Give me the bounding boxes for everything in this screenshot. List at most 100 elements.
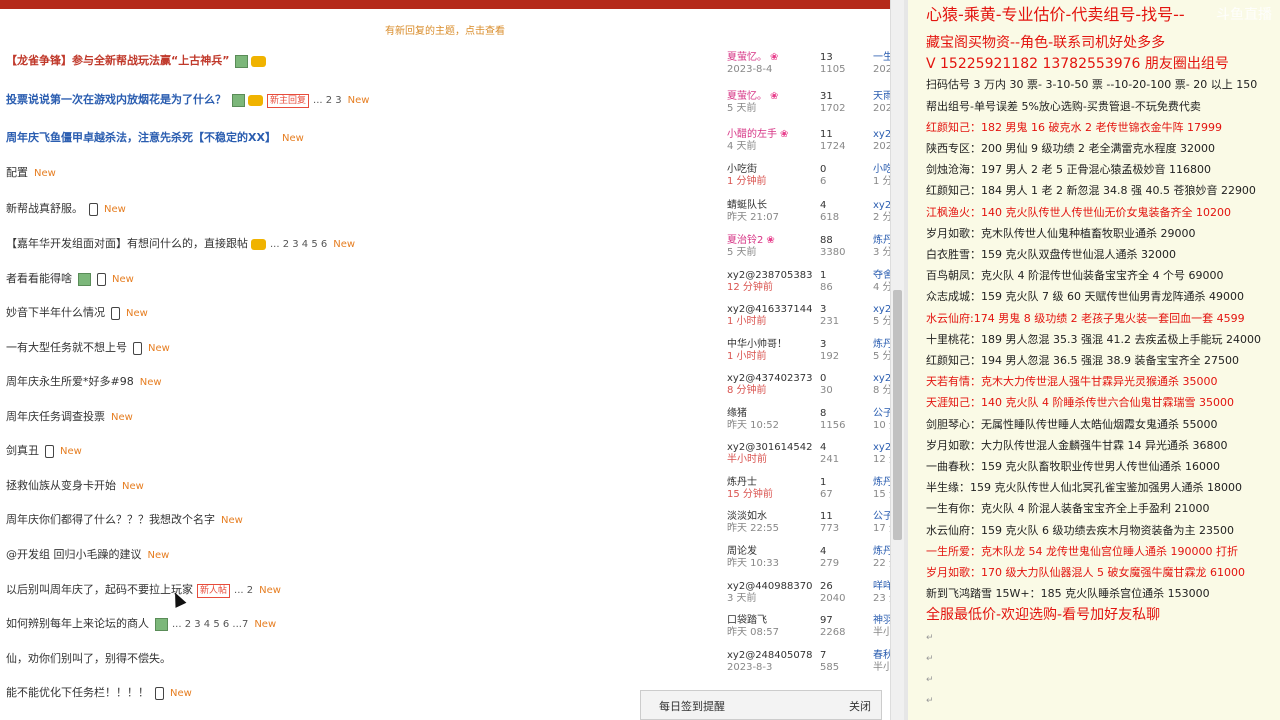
thread-author[interactable]: 淡淡如水 [727, 511, 767, 523]
thread-author[interactable]: 夏治铃2 ❀ [727, 235, 775, 247]
thread-title-link[interactable]: @开发组 回归小毛躁的建议 [6, 548, 142, 561]
thread-title-link[interactable]: 一有大型任务就不想上号 [6, 341, 127, 354]
thread-title-link[interactable]: 周年庆任务调查投票 [6, 410, 105, 423]
author-name[interactable]: xy2@248405078 [727, 650, 812, 661]
author-name[interactable]: 小吃街 [727, 164, 757, 175]
thread-author[interactable]: 夏萤忆。 ❀ [727, 91, 778, 103]
last-poster[interactable]: xy2 [873, 304, 890, 316]
thread-row[interactable]: 剑真丑 New xy2@301614542半小时前 4241 xy212 分 [0, 442, 890, 476]
thread-title-link[interactable]: 【嘉年华开发组面对面】有想问什么的，直接跟帖 [6, 237, 248, 250]
author-name[interactable]: 炼丹士 [727, 477, 757, 488]
thread-row[interactable]: 周年庆永生所爱*好多#98 New xy2@437402373 8 分钟前 0 30 xy2… [0, 373, 890, 407]
thread-author[interactable]: xy2@248405078 [727, 650, 812, 662]
thread-row[interactable]: 以后别叫周年庆了，起码不要拉上玩家 新人帖... 2 New xy2@44098837… [0, 581, 890, 615]
thread-author[interactable]: 中华小帅哥！ [727, 339, 787, 351]
last-poster[interactable]: xy2 [873, 129, 890, 141]
author-name[interactable]: 中华小帅哥！ [727, 339, 787, 350]
last-poster[interactable]: 炼丹 [873, 339, 890, 351]
thread-title-link[interactable]: 如何辨别每年上来论坛的商人 [6, 617, 149, 630]
thread-author[interactable]: 蜻蜓队长 [727, 200, 767, 212]
author-name[interactable]: 夏萤忆。 [727, 91, 767, 102]
last-poster[interactable]: 公子 [873, 408, 890, 420]
thread-date: 5 天前 [727, 247, 757, 258]
thread-author[interactable]: 口袋踏飞 [727, 615, 767, 627]
last-poster[interactable]: 一生 [873, 52, 890, 64]
thread-row[interactable]: 【龙雀争锋】参与全新帮战玩法赢“上古神兵” 夏萤忆。 ❀ 2023-8-4 13 1105… [0, 52, 890, 86]
thread-title-link[interactable]: 拯救仙族从变身卡开始 [6, 479, 116, 492]
thread-author[interactable]: xy2@238705383 [727, 270, 812, 282]
popup-close-button[interactable]: 关闭 [849, 698, 871, 714]
author-name[interactable]: 缘猪 [727, 408, 747, 419]
last-poster[interactable]: xy2 [873, 442, 890, 454]
thread-row[interactable]: 配置 New 小吃街 1 分钟前 0 6 小吃 1 分 [0, 164, 890, 198]
new-replies-notice[interactable]: 有新回复的主题，点击查看 [0, 22, 890, 37]
author-name[interactable]: 口袋踏飞 [727, 615, 767, 626]
thread-pages[interactable]: ... 2 3 4 5 6 ...7 [172, 619, 248, 630]
thread-author[interactable]: 小醋的左手 ❀ [727, 129, 788, 141]
thread-row[interactable]: 如何辨别每年上来论坛的商人 ... 2 3 4 5 6 ...7 New 口袋踏飞 昨天… [0, 615, 890, 649]
author-name[interactable]: 夏治铃2 [727, 235, 763, 246]
author-name[interactable]: 淡淡如水 [727, 511, 767, 522]
thread-author[interactable]: 小吃街 [727, 164, 757, 176]
author-name[interactable]: 夏萤忆。 [727, 52, 767, 63]
thread-row[interactable]: 周年庆任务调查投票 New 缘猪昨天 10:52 81156 公子10 分 [0, 408, 890, 442]
thread-pages[interactable]: ... 2 [234, 585, 253, 596]
thread-title-link[interactable]: 周年庆永生所爱*好多#98 [6, 375, 134, 388]
thread-title-link[interactable]: 周年庆飞鱼僵甲卓越杀法，注意先杀死【不稳定的XX】 [6, 131, 276, 144]
thread-title-link[interactable]: 投票说说第一次在游戏内放烟花是为了什么？ [6, 93, 226, 106]
thread-row[interactable]: 周年庆飞鱼僵甲卓越杀法，注意先杀死【不稳定的XX】 New 小醋的左手 ❀ 4 天前 11… [0, 129, 890, 163]
author-name[interactable]: xy2@440988370 [727, 581, 812, 592]
last-poster[interactable]: 咩咩 [873, 581, 890, 593]
author-name[interactable]: 蜻蜓队长 [727, 200, 767, 211]
last-poster[interactable]: 炼丹 [873, 546, 890, 558]
thread-author[interactable]: 炼丹士 [727, 477, 757, 489]
thread-row[interactable]: @开发组 回归小毛躁的建议 New 周论发昨天 10:33 4279 炼丹22 分 [0, 546, 890, 580]
thread-row[interactable]: 一有大型任务就不想上号 New 中华小帅哥！ 1 小时前 3 192 炼丹 5 分 [0, 339, 890, 373]
last-poster[interactable]: xy2 [873, 373, 890, 385]
thread-title-link[interactable]: 剑真丑 [6, 444, 39, 457]
scrollbar-thumb[interactable] [893, 290, 902, 540]
author-name[interactable]: xy2@238705383 [727, 270, 812, 281]
author-name[interactable]: xy2@416337144 [727, 304, 812, 315]
thread-author[interactable]: xy2@301614542 [727, 442, 812, 454]
thread-row[interactable]: 者看看能得啥 New xy2@238705383 12 分钟前 1 86 夺舍 4 分 [0, 270, 890, 304]
thread-title-link[interactable]: 配置 [6, 166, 28, 179]
thread-pages[interactable]: ... 2 3 4 5 6 [270, 239, 327, 250]
last-poster[interactable]: 神羽 [873, 615, 890, 627]
thread-title-link[interactable]: 妙音下半年什么情况 [6, 306, 105, 319]
thread-author[interactable]: 夏萤忆。 ❀ [727, 52, 778, 64]
last-poster[interactable]: 夺舍 [873, 270, 890, 282]
thread-title-link[interactable]: 以后别叫周年庆了，起码不要拉上玩家 [6, 583, 193, 596]
last-poster[interactable]: 小吃 [873, 164, 890, 176]
thread-row[interactable]: 投票说说第一次在游戏内放烟花是为了什么？ 新主回复... 2 3 New 夏萤忆。 ❀ 5… [0, 91, 890, 125]
author-name[interactable]: xy2@437402373 [727, 373, 812, 384]
thread-row[interactable]: 新帮战真舒服。 New 蜻蜓队长 昨天 21:07 4 618 xy2 2 分 [0, 200, 890, 234]
thread-row[interactable]: 仙，劝你们别叫了，别得不偿失。 xy2@248405078 2023-8-3 7 585… [0, 650, 890, 684]
last-poster[interactable]: 春秋 [873, 650, 890, 662]
forum-scrollbar[interactable] [890, 0, 905, 720]
thread-author[interactable]: 缘猪 [727, 408, 747, 420]
thread-author[interactable]: 周论发 [727, 546, 757, 558]
thread-author[interactable]: xy2@440988370 [727, 581, 812, 593]
author-name[interactable]: xy2@301614542 [727, 442, 812, 453]
thread-author[interactable]: xy2@437402373 [727, 373, 812, 385]
thread-title-link[interactable]: 仙，劝你们别叫了，别得不偿失。 [6, 652, 171, 665]
thread-title-link[interactable]: 周年庆你们都得了什么？？？我想改个名字 [6, 513, 215, 526]
last-poster[interactable]: 炼丹 [873, 477, 890, 489]
author-name[interactable]: 小醋的左手 [727, 129, 777, 140]
thread-title-link[interactable]: 能不能优化下任务栏！！！！ [6, 686, 149, 699]
thread-title-link[interactable]: 新帮战真舒服。 [6, 202, 83, 215]
last-poster[interactable]: 天雨 [873, 91, 890, 103]
thread-row[interactable]: 周年庆你们都得了什么？？？我想改个名字 New 淡淡如水 昨天 22:55 11 773 公… [0, 511, 890, 545]
last-poster[interactable]: 炼丹 [873, 235, 890, 247]
thread-row[interactable]: 拯救仙族从变身卡开始 New 炼丹士15 分钟前 167 炼丹15 分 [0, 477, 890, 511]
last-poster[interactable]: xy2 [873, 200, 890, 212]
thread-row[interactable]: 【嘉年华开发组面对面】有想问什么的，直接跟帖 ... 2 3 4 5 6 New 夏治… [0, 235, 890, 269]
thread-title-link[interactable]: 者看看能得啥 [6, 272, 72, 285]
thread-row[interactable]: 妙音下半年什么情况 New xy2@416337144 1 小时前 3 231 xy2 5 分 [0, 304, 890, 338]
last-poster[interactable]: 公子 [873, 511, 890, 523]
thread-title-link[interactable]: 【龙雀争锋】参与全新帮战玩法赢“上古神兵” [6, 54, 229, 67]
thread-pages[interactable]: ... 2 3 [313, 95, 342, 106]
author-name[interactable]: 周论发 [727, 546, 757, 557]
thread-author[interactable]: xy2@416337144 [727, 304, 812, 316]
